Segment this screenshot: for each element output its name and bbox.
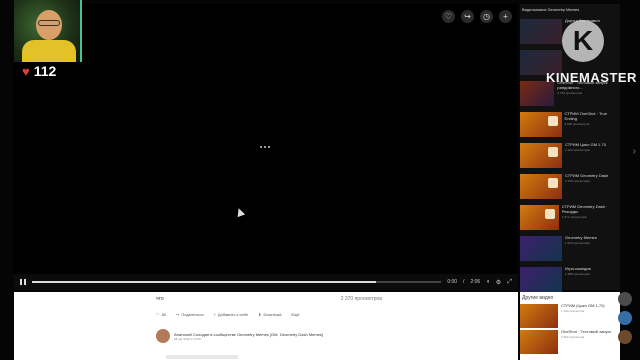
more-label: Ещё — [291, 312, 300, 317]
loading-dot — [268, 146, 270, 148]
right-floating-avatars — [618, 292, 636, 349]
share-icon[interactable]: ↪ — [461, 10, 474, 23]
sidebar-item[interactable]: СТРИМ OneShot · True Ending 2 620 просмо… — [520, 111, 620, 139]
player-top-icons: ♡ ↪ ◷ + — [442, 10, 512, 23]
kinemaster-watermark: K KINEMASTER — [546, 12, 638, 92]
video-thumbnail — [520, 236, 562, 261]
loading-dot — [264, 146, 266, 148]
sidebar-item-meta: 2 420 просмотров — [565, 147, 590, 152]
mouse-cursor-icon — [234, 206, 246, 218]
add-icon[interactable]: + — [499, 10, 512, 23]
comment-placeholder[interactable] — [166, 355, 238, 359]
timeline-progress — [32, 281, 376, 283]
other-video-item[interactable]: OneShot · Тестовый запуск 3 392 просмотр… — [520, 329, 620, 354]
clock-icon[interactable]: ◷ — [480, 10, 493, 23]
timeline[interactable] — [32, 281, 442, 283]
like-icon[interactable]: ♡ — [442, 10, 455, 23]
more-button[interactable]: Ещё — [291, 312, 299, 317]
view-count: 2 370 просмотров — [340, 296, 382, 302]
sidebar-item[interactable]: СТРИМ Geometry Dash 2 156 просмотров — [520, 173, 620, 201]
settings-icon[interactable]: ⚙ — [496, 279, 501, 286]
video-thumbnail — [520, 205, 559, 230]
video-thumbnail — [520, 304, 558, 328]
time-current: 0:00 — [447, 279, 458, 285]
heart-icon: ♥ — [22, 63, 30, 79]
sidebar-item-meta: 2 156 просмотров — [565, 178, 590, 183]
download-button[interactable]: ⬇ Download — [258, 312, 281, 317]
other-video-item[interactable]: СТРИМ (Цикл GM 1.70) 1 164 просмотра — [520, 303, 620, 328]
sidebar-item-meta: 2 620 просмотров — [564, 121, 590, 126]
author-line: Анатолий Солодин в сообществе Geometry M… — [156, 329, 323, 343]
avatar[interactable] — [618, 311, 632, 325]
next-arrow-icon[interactable]: › — [633, 146, 636, 157]
sidebar-item-meta: 1 610 просмотров — [565, 240, 590, 245]
sidebar-item-title: СТРИМ OneShot · True Ending — [564, 111, 608, 121]
add-to-self-button[interactable]: + Добавить к себе — [214, 312, 249, 317]
download-icon: ⬇ — [258, 312, 262, 317]
share-icon: ↪ — [176, 312, 180, 317]
like-button[interactable]: ♡ 80 — [156, 312, 166, 317]
other-videos-panel: Другие видео СТРИМ (Цикл GM 1.70) 1 164 … — [520, 292, 620, 360]
video-actions: ♡ 80 ↪ Поделиться + Добавить к себе ⬇ Do… — [156, 312, 300, 317]
fullscreen-icon[interactable]: ⤢ — [507, 279, 512, 286]
time-separator: / — [463, 279, 465, 285]
video-thumbnail — [520, 143, 562, 168]
author-text[interactable]: Анатолий Солодин в сообществе Geometry M… — [174, 332, 323, 337]
sidebar-item-meta: 1 488 просмотров — [565, 271, 590, 276]
streamer-shirt — [22, 40, 76, 62]
loading-indicator — [260, 146, 270, 148]
glasses — [38, 20, 60, 26]
other-video-meta: 1 164 просмотра — [561, 308, 585, 313]
video-title: что — [156, 296, 164, 302]
time-total: 2:06 — [470, 279, 481, 285]
video-player[interactable]: ♡ ↪ ◷ + 0:00 / 2:06 ◖ ⚙ ⤢ — [14, 4, 518, 290]
avatar[interactable] — [618, 330, 632, 344]
kinemaster-logo-icon: K — [562, 20, 604, 62]
screen: ♡ ↪ ◷ + 0:00 / 2:06 ◖ ⚙ ⤢ Видеозаписи Ge… — [0, 0, 640, 360]
video-info-panel: что 2 370 просмотров ♡ 80 ↪ Поделиться +… — [14, 292, 518, 360]
player-controls: 0:00 / 2:06 ◖ ⚙ ⤢ — [14, 274, 518, 290]
sidebar-item[interactable]: СТРИМ Geometry Dash · Рекорды 1 971 прос… — [520, 204, 620, 232]
other-video-meta: 3 392 просмотра — [561, 334, 585, 339]
sidebar-item-title: СТРИМ Geometry Dash · Рекорды — [561, 204, 608, 214]
kinemaster-text: KINEMASTER — [546, 70, 637, 85]
heart-counter: ♥ 112 — [22, 63, 56, 79]
download-label: Download — [263, 312, 282, 317]
loading-dot — [260, 146, 262, 148]
heart-icon: ♡ — [156, 312, 160, 317]
sidebar-item[interactable]: Geometry Memes 1 610 просмотров — [520, 235, 620, 263]
add-label: Добавить к себе — [217, 312, 249, 317]
sidebar-item[interactable]: Игра-комедия 1 488 просмотров — [520, 266, 620, 294]
video-thumbnail — [520, 112, 562, 137]
publish-date: 28 авг 2020 в 13:06 — [174, 336, 201, 341]
video-thumbnail — [520, 174, 562, 199]
like-count: 80 — [161, 312, 167, 317]
heart-count: 112 — [33, 63, 57, 79]
volume-icon[interactable]: ◖ — [486, 279, 490, 285]
share-button[interactable]: ↪ Поделиться — [176, 312, 203, 317]
pause-icon[interactable] — [20, 279, 26, 285]
video-thumbnail — [520, 267, 562, 292]
video-thumbnail — [520, 330, 558, 354]
author-avatar[interactable] — [156, 329, 170, 343]
sidebar-item-meta: 1 971 просмотров — [561, 214, 587, 219]
share-label: Поделиться — [181, 312, 204, 317]
plus-icon: + — [213, 312, 216, 317]
avatar[interactable] — [618, 292, 632, 306]
sidebar-item[interactable]: СТРИМ Цикл GM 1.70 2 420 просмотров — [520, 142, 620, 170]
webcam-overlay — [14, 0, 82, 62]
